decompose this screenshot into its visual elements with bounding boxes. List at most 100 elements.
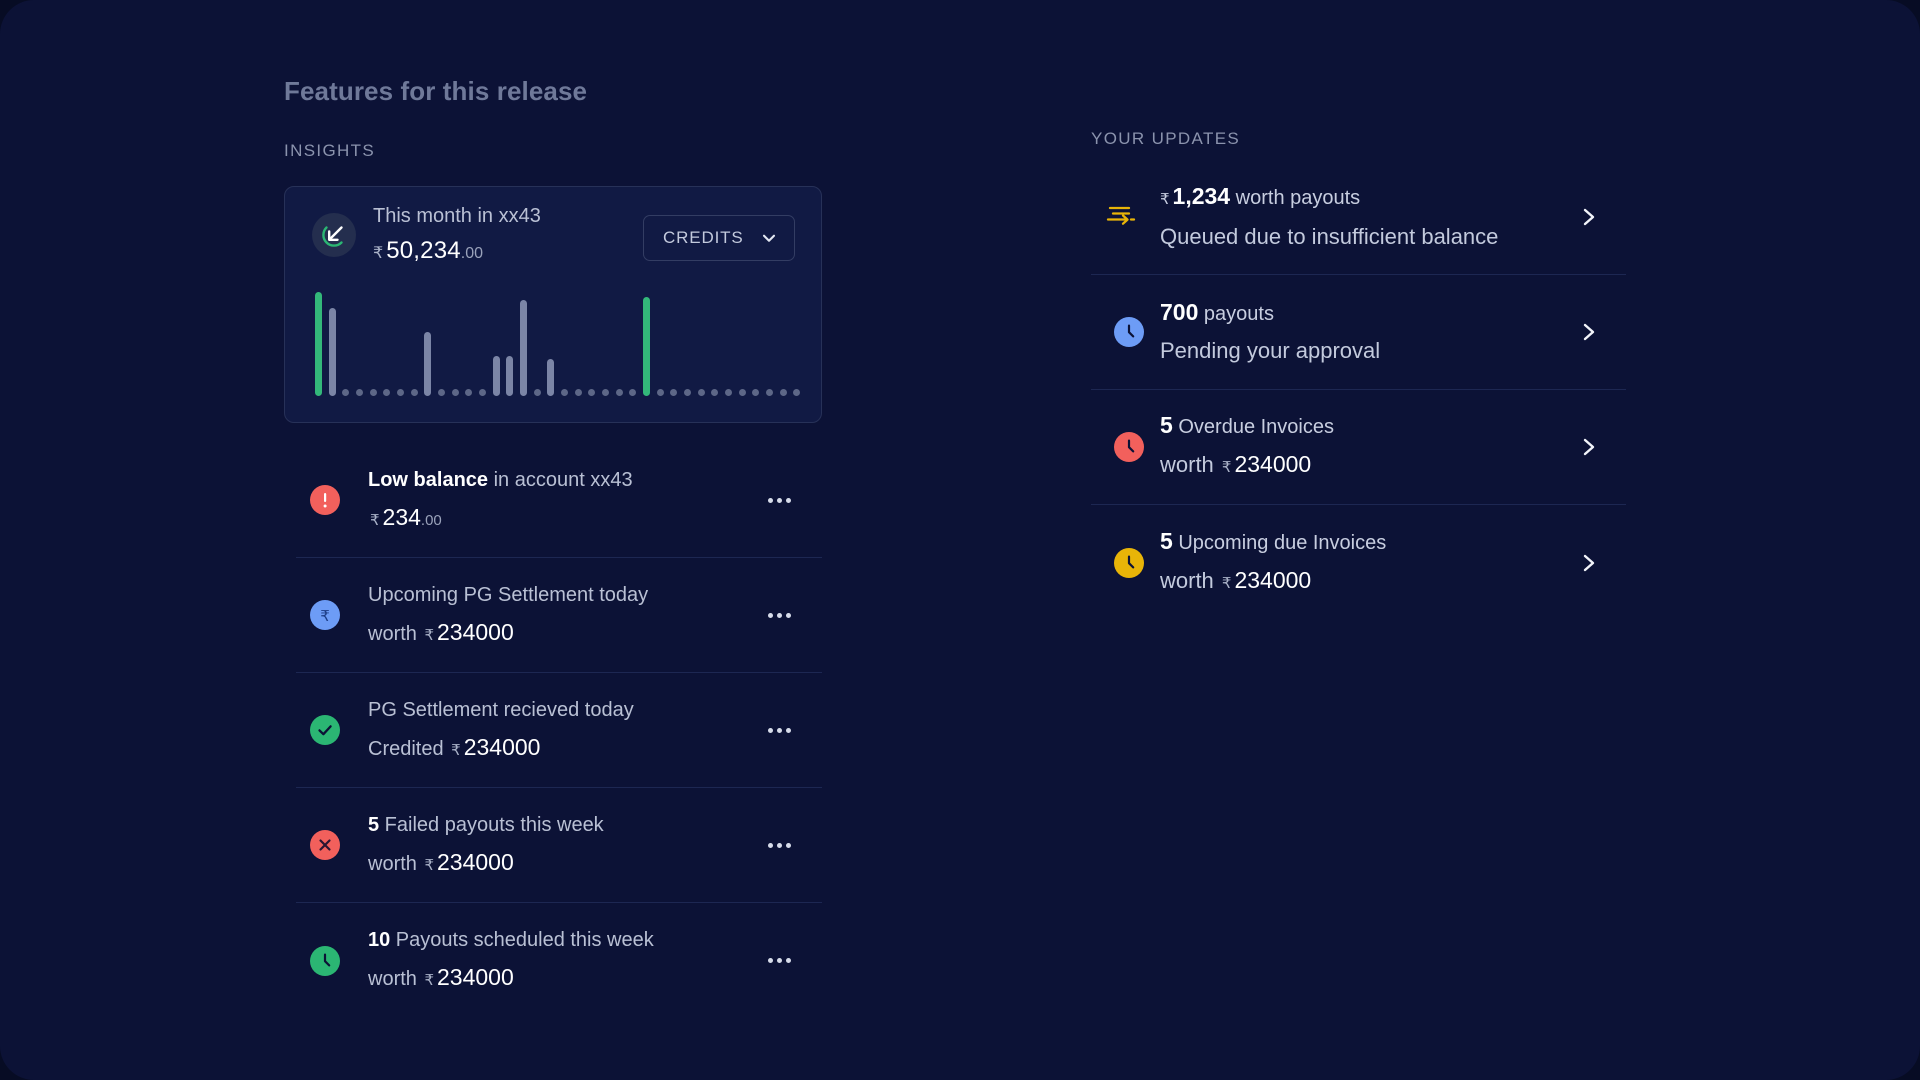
insight-row-title-rest: PG Settlement recieved today bbox=[368, 698, 634, 721]
rupee-symbol: ₹ bbox=[373, 245, 384, 262]
rupee-circle-icon: ₹ bbox=[310, 600, 340, 630]
update-row-body: 5 Overdue Invoices worth ₹234000 bbox=[1160, 411, 1578, 483]
close-circle-icon bbox=[310, 830, 340, 860]
more-options-icon[interactable] bbox=[762, 717, 796, 743]
insight-row-amount: worth ₹234000 bbox=[368, 618, 762, 650]
insight-row-body: 10 Payouts scheduled this week worth ₹234… bbox=[368, 926, 762, 995]
insight-row-amount-value: 234000 bbox=[437, 848, 514, 875]
update-row-subtitle-amount: 234000 bbox=[1234, 566, 1312, 593]
insight-row-title: PG Settlement recieved today bbox=[368, 696, 762, 725]
insight-row[interactable]: Low balance in account xx43 ₹234.00 bbox=[296, 443, 822, 558]
update-row-title: ₹1,234 worth payouts bbox=[1160, 182, 1578, 214]
more-options-icon[interactable] bbox=[762, 948, 796, 974]
insight-row[interactable]: 5 Failed payouts this week worth ₹234000 bbox=[296, 788, 822, 903]
more-options-icon[interactable] bbox=[762, 602, 796, 628]
insight-row-amount-value: 234 bbox=[382, 503, 421, 530]
credits-dropdown[interactable]: CREDITS bbox=[643, 215, 795, 261]
insight-row-title: 10 Payouts scheduled this week bbox=[368, 926, 762, 955]
insight-row-amount: worth ₹234000 bbox=[368, 963, 762, 995]
card-header-text: This month in xx43 ₹50,234.00 bbox=[373, 203, 541, 267]
clock-circle-icon bbox=[1114, 547, 1144, 578]
insight-row-title: Upcoming PG Settlement today bbox=[368, 581, 762, 610]
update-row-title-rest: payouts bbox=[1198, 303, 1274, 325]
insight-row[interactable]: PG Settlement recieved today Credited ₹23… bbox=[296, 673, 822, 788]
chevron-right-icon[interactable] bbox=[1578, 202, 1600, 232]
svg-text:₹: ₹ bbox=[320, 608, 330, 625]
insight-row-title-strong: Low balance bbox=[368, 468, 489, 491]
arrow-down-left-circle-icon bbox=[312, 213, 356, 257]
chevron-down-icon bbox=[760, 229, 778, 247]
chevron-right-icon[interactable] bbox=[1578, 548, 1600, 578]
insight-row[interactable]: 10 Payouts scheduled this week worth ₹234… bbox=[296, 903, 822, 1018]
chart-dot bbox=[615, 389, 623, 396]
update-row-icon bbox=[1105, 200, 1139, 234]
check-circle-icon bbox=[310, 715, 340, 745]
chart-dot bbox=[356, 389, 363, 396]
insight-row-title-rest: Upcoming PG Settlement today bbox=[368, 583, 649, 606]
update-row[interactable]: 5 Overdue Invoices worth ₹234000 bbox=[1091, 390, 1626, 505]
update-row-subtitle-text: Pending your approval bbox=[1160, 338, 1381, 363]
chart-dot bbox=[383, 389, 391, 396]
insight-row-title-strong: 5 bbox=[368, 813, 380, 836]
page-title: Features for this release bbox=[284, 76, 588, 106]
credits-dropdown-label: CREDITS bbox=[663, 228, 744, 247]
chart-bar bbox=[520, 300, 527, 396]
chart-dot bbox=[629, 389, 637, 396]
chart-dot bbox=[479, 389, 486, 396]
update-row[interactable]: ₹1,234 worth payouts Queued due to insuff… bbox=[1091, 160, 1626, 275]
chart-dot bbox=[766, 389, 773, 396]
chart-dot bbox=[533, 389, 541, 396]
alert-exclamation-icon bbox=[310, 485, 340, 515]
rupee-symbol: ₹ bbox=[424, 626, 435, 644]
update-row-title-rest: Upcoming due Invoices bbox=[1172, 531, 1387, 554]
rupee-symbol: ₹ bbox=[1221, 459, 1232, 476]
queue-arrow-icon bbox=[1105, 200, 1139, 235]
chart-bar bbox=[328, 307, 336, 396]
update-row-subtitle: Queued due to insufficient balance bbox=[1160, 222, 1578, 252]
insights-list: Low balance in account xx43 ₹234.00 ₹ Upcom… bbox=[296, 443, 822, 1018]
clock-circle-icon bbox=[1114, 432, 1144, 462]
update-row-icon bbox=[1105, 546, 1144, 580]
insight-row-amount: ₹234.00 bbox=[368, 503, 762, 535]
card-title: This month in xx43 bbox=[373, 205, 541, 227]
more-options-icon[interactable] bbox=[762, 832, 796, 858]
chart-dot bbox=[397, 389, 404, 396]
update-row[interactable]: 5 Upcoming due Invoices worth ₹234000 bbox=[1091, 505, 1626, 620]
insight-row[interactable]: ₹ Upcoming PG Settlement today worth ₹2340… bbox=[296, 558, 822, 673]
rupee-symbol: ₹ bbox=[1160, 191, 1170, 208]
chart-dot bbox=[752, 389, 760, 396]
updates-list: ₹1,234 worth payouts Queued due to insuff… bbox=[1091, 160, 1626, 620]
chart-dot bbox=[410, 389, 418, 396]
card-amount: ₹50,234.00 bbox=[373, 238, 541, 267]
update-row-title-rest: worth payouts bbox=[1230, 187, 1361, 209]
update-row-subtitle: worth ₹234000 bbox=[1160, 565, 1578, 599]
update-row-title: 700 payouts bbox=[1160, 298, 1578, 328]
rupee-symbol: ₹ bbox=[451, 741, 461, 759]
rupee-symbol: ₹ bbox=[1221, 574, 1232, 592]
updates-section-label: YOUR UPDATES bbox=[1091, 129, 1241, 148]
more-options-icon[interactable] bbox=[762, 487, 796, 513]
chart-dot bbox=[342, 389, 350, 396]
chart-bar bbox=[492, 356, 500, 396]
chart-bar bbox=[547, 358, 555, 396]
update-row-body: 700 payouts Pending your approval bbox=[1160, 298, 1578, 366]
chart-dot bbox=[684, 389, 691, 396]
update-row-title-strong: 5 bbox=[1160, 412, 1173, 438]
chevron-right-icon[interactable] bbox=[1578, 317, 1600, 347]
chart-dot bbox=[738, 389, 746, 396]
update-row-icon bbox=[1105, 315, 1144, 349]
chevron-right-icon[interactable] bbox=[1578, 432, 1600, 462]
chart-bar bbox=[506, 356, 514, 396]
insight-row-body: 5 Failed payouts this week worth ₹234000 bbox=[368, 811, 762, 880]
insight-row-amount-prefix: worth bbox=[368, 622, 423, 645]
update-row[interactable]: 700 payouts Pending your approval bbox=[1091, 275, 1626, 390]
chart-dot bbox=[602, 389, 609, 396]
insight-row-title-rest: in account xx43 bbox=[488, 468, 633, 491]
chart-dot bbox=[670, 389, 678, 396]
card-amount-minor: .00 bbox=[460, 245, 484, 262]
chart-dot bbox=[697, 389, 705, 396]
update-row-subtitle: Pending your approval bbox=[1160, 336, 1578, 366]
chart-dot bbox=[656, 389, 664, 396]
update-row-subtitle-text: Queued due to insufficient balance bbox=[1160, 224, 1499, 249]
update-row-subtitle-prefix: worth bbox=[1160, 567, 1220, 593]
